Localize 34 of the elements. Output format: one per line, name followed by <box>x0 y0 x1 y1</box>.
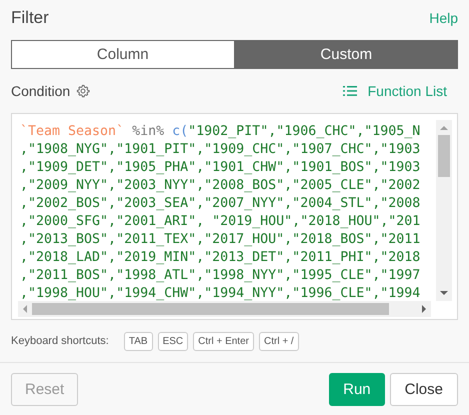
button[interactable]: Close <box>390 372 458 406</box>
scroll-left-arrow-icon[interactable] <box>22 305 28 313</box>
code-line: ,"1908_NYG","1901_PIT","1909_CHC","1907_CHC","1903 <box>20 141 422 159</box>
key-badge: Ctrl + / <box>258 332 299 350</box>
code-line: `Team Season` %in% c("1902_PIT","1906_CHC","1905_N <box>20 123 422 141</box>
run-button[interactable]: Run <box>329 372 385 406</box>
scroll-thumb[interactable] <box>32 303 389 315</box>
tab[interactable]: Custom <box>234 40 458 69</box>
tab[interactable]: Column <box>11 40 234 69</box>
settings-icon[interactable] <box>76 84 90 98</box>
horizontal-scrollbar[interactable] <box>18 301 431 317</box>
shortcuts-label: Keyboard shortcuts: <box>11 335 109 347</box>
vertical-scrollbar[interactable] <box>436 120 452 301</box>
code-line: ,"1998_HOU","1994_CHW","1994_NYY","1996_CLE","1994 <box>20 285 422 301</box>
key-badge: Ctrl + Enter <box>193 332 254 350</box>
code-editor[interactable] <box>11 113 458 320</box>
key-badge: ESC <box>158 332 188 350</box>
scroll-right-arrow-icon[interactable] <box>421 305 427 313</box>
function-list-link[interactable]: Function List <box>342 83 447 99</box>
scroll-down-arrow-icon[interactable] <box>440 290 448 296</box>
code-line: ,"2009_NYY","2003_NYY","2008_BOS","2005_CLE","2002 <box>20 177 422 195</box>
key-badge: TAB <box>124 332 153 350</box>
code-line: ,"2011_BOS","1998_ATL","1998_NYY","1995_CLE","1997 <box>20 267 422 285</box>
code-line: ,"2018_LAD","2019_MIN","2013_DET","2011_PHI","2018 <box>20 249 422 267</box>
code-line: ,"1909_DET","1905_PHA","1901_CHW","1901_BOS","1903 <box>20 159 422 177</box>
list-icon <box>342 85 357 97</box>
code-line: ,"2002_BOS","2003_SEA","2007_NYY","2004_STL","2008 <box>20 195 422 213</box>
code-line: ,"2013_BOS","2011_TEX","2017_HOU","2018_BOS","2011 <box>20 231 422 249</box>
help-link[interactable]: Help <box>429 10 458 26</box>
code-line: ,"2000_SFG","2001_ARI", "2019_HOU","2018_HOU","201 <box>20 213 422 231</box>
scroll-up-arrow-icon[interactable] <box>440 125 448 131</box>
dialog-title: Filter <box>11 8 49 28</box>
condition-label: Condition <box>11 83 70 99</box>
scroll-thumb[interactable] <box>438 135 450 177</box>
